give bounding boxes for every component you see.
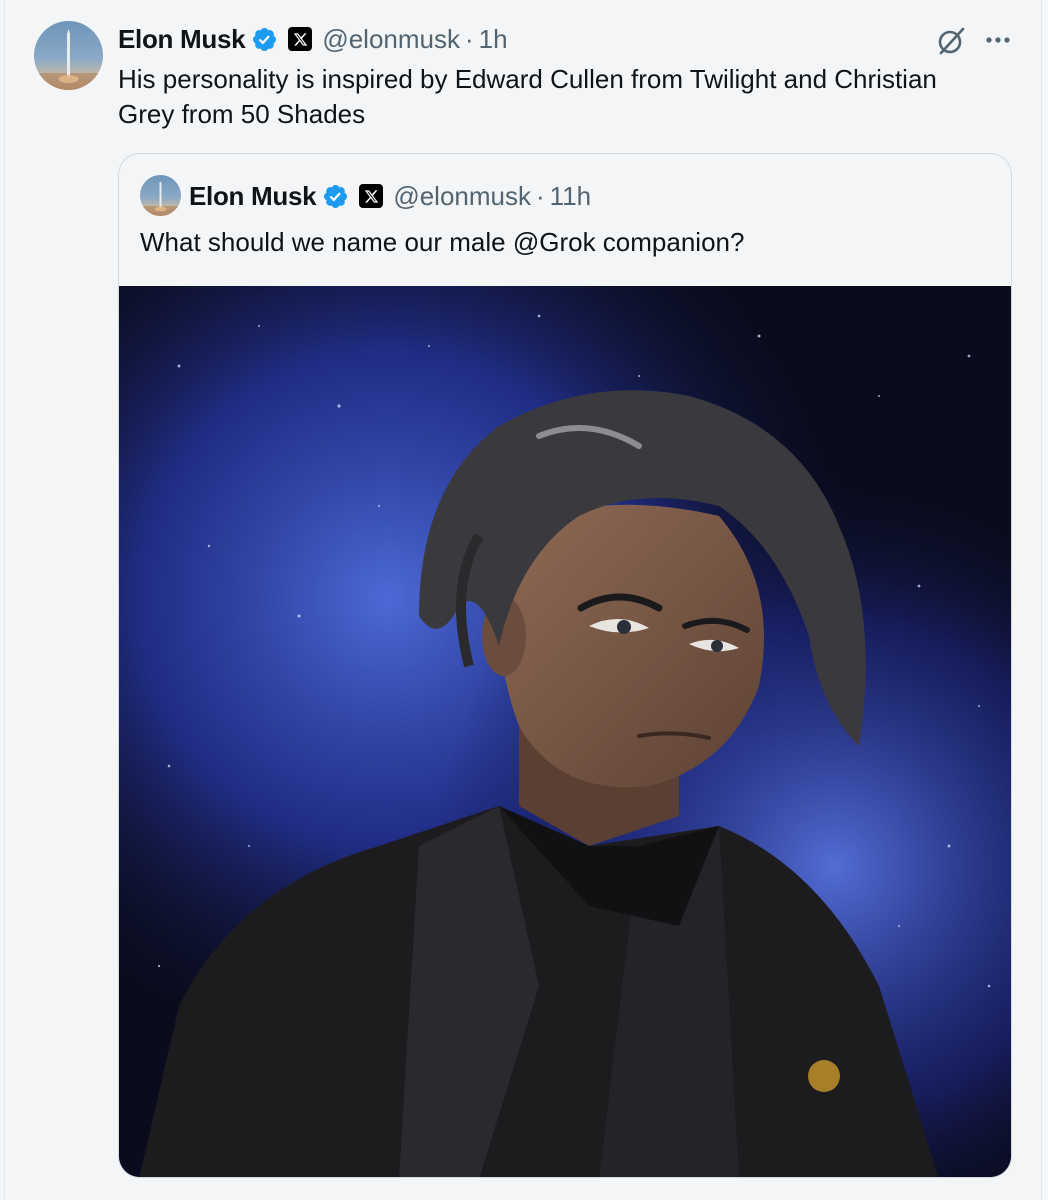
tweet-header: Elon Musk @elonmusk · 1h [118,22,508,56]
verified-badge-icon[interactable] [322,183,349,210]
more-icon[interactable] [984,28,1012,52]
grok-icon[interactable] [934,24,968,58]
tweet-timestamp[interactable]: 1h [479,24,508,55]
author-handle[interactable]: @elonmusk [322,24,460,55]
quoted-tweet-timestamp[interactable]: 11h [550,181,591,212]
right-frame-border [1041,0,1042,1200]
verified-badge-icon[interactable] [251,26,278,53]
author-name[interactable]: Elon Musk [118,24,246,55]
quoted-tweet-text: What should we name our male @Grok compa… [140,227,745,257]
quoted-tweet-image[interactable] [119,286,1011,1177]
quoted-author-handle[interactable]: @elonmusk [393,181,531,212]
tweet-text: His personality is inspired by Edward Cu… [118,64,937,129]
left-frame-border [4,0,5,1200]
x-logo-icon[interactable] [359,184,384,208]
x-logo-icon[interactable] [288,27,313,51]
quoted-author-name[interactable]: Elon Musk [189,181,317,212]
quoted-tweet-header: Elon Musk @elonmusk · 11h [189,178,591,214]
separator-dot: · [536,180,545,211]
separator-dot: · [465,23,474,54]
author-avatar[interactable] [34,21,103,90]
quoted-author-avatar[interactable] [140,175,181,216]
quoted-tweet[interactable]: Elon Musk @elonmusk · 11h What should we… [118,153,1012,1178]
